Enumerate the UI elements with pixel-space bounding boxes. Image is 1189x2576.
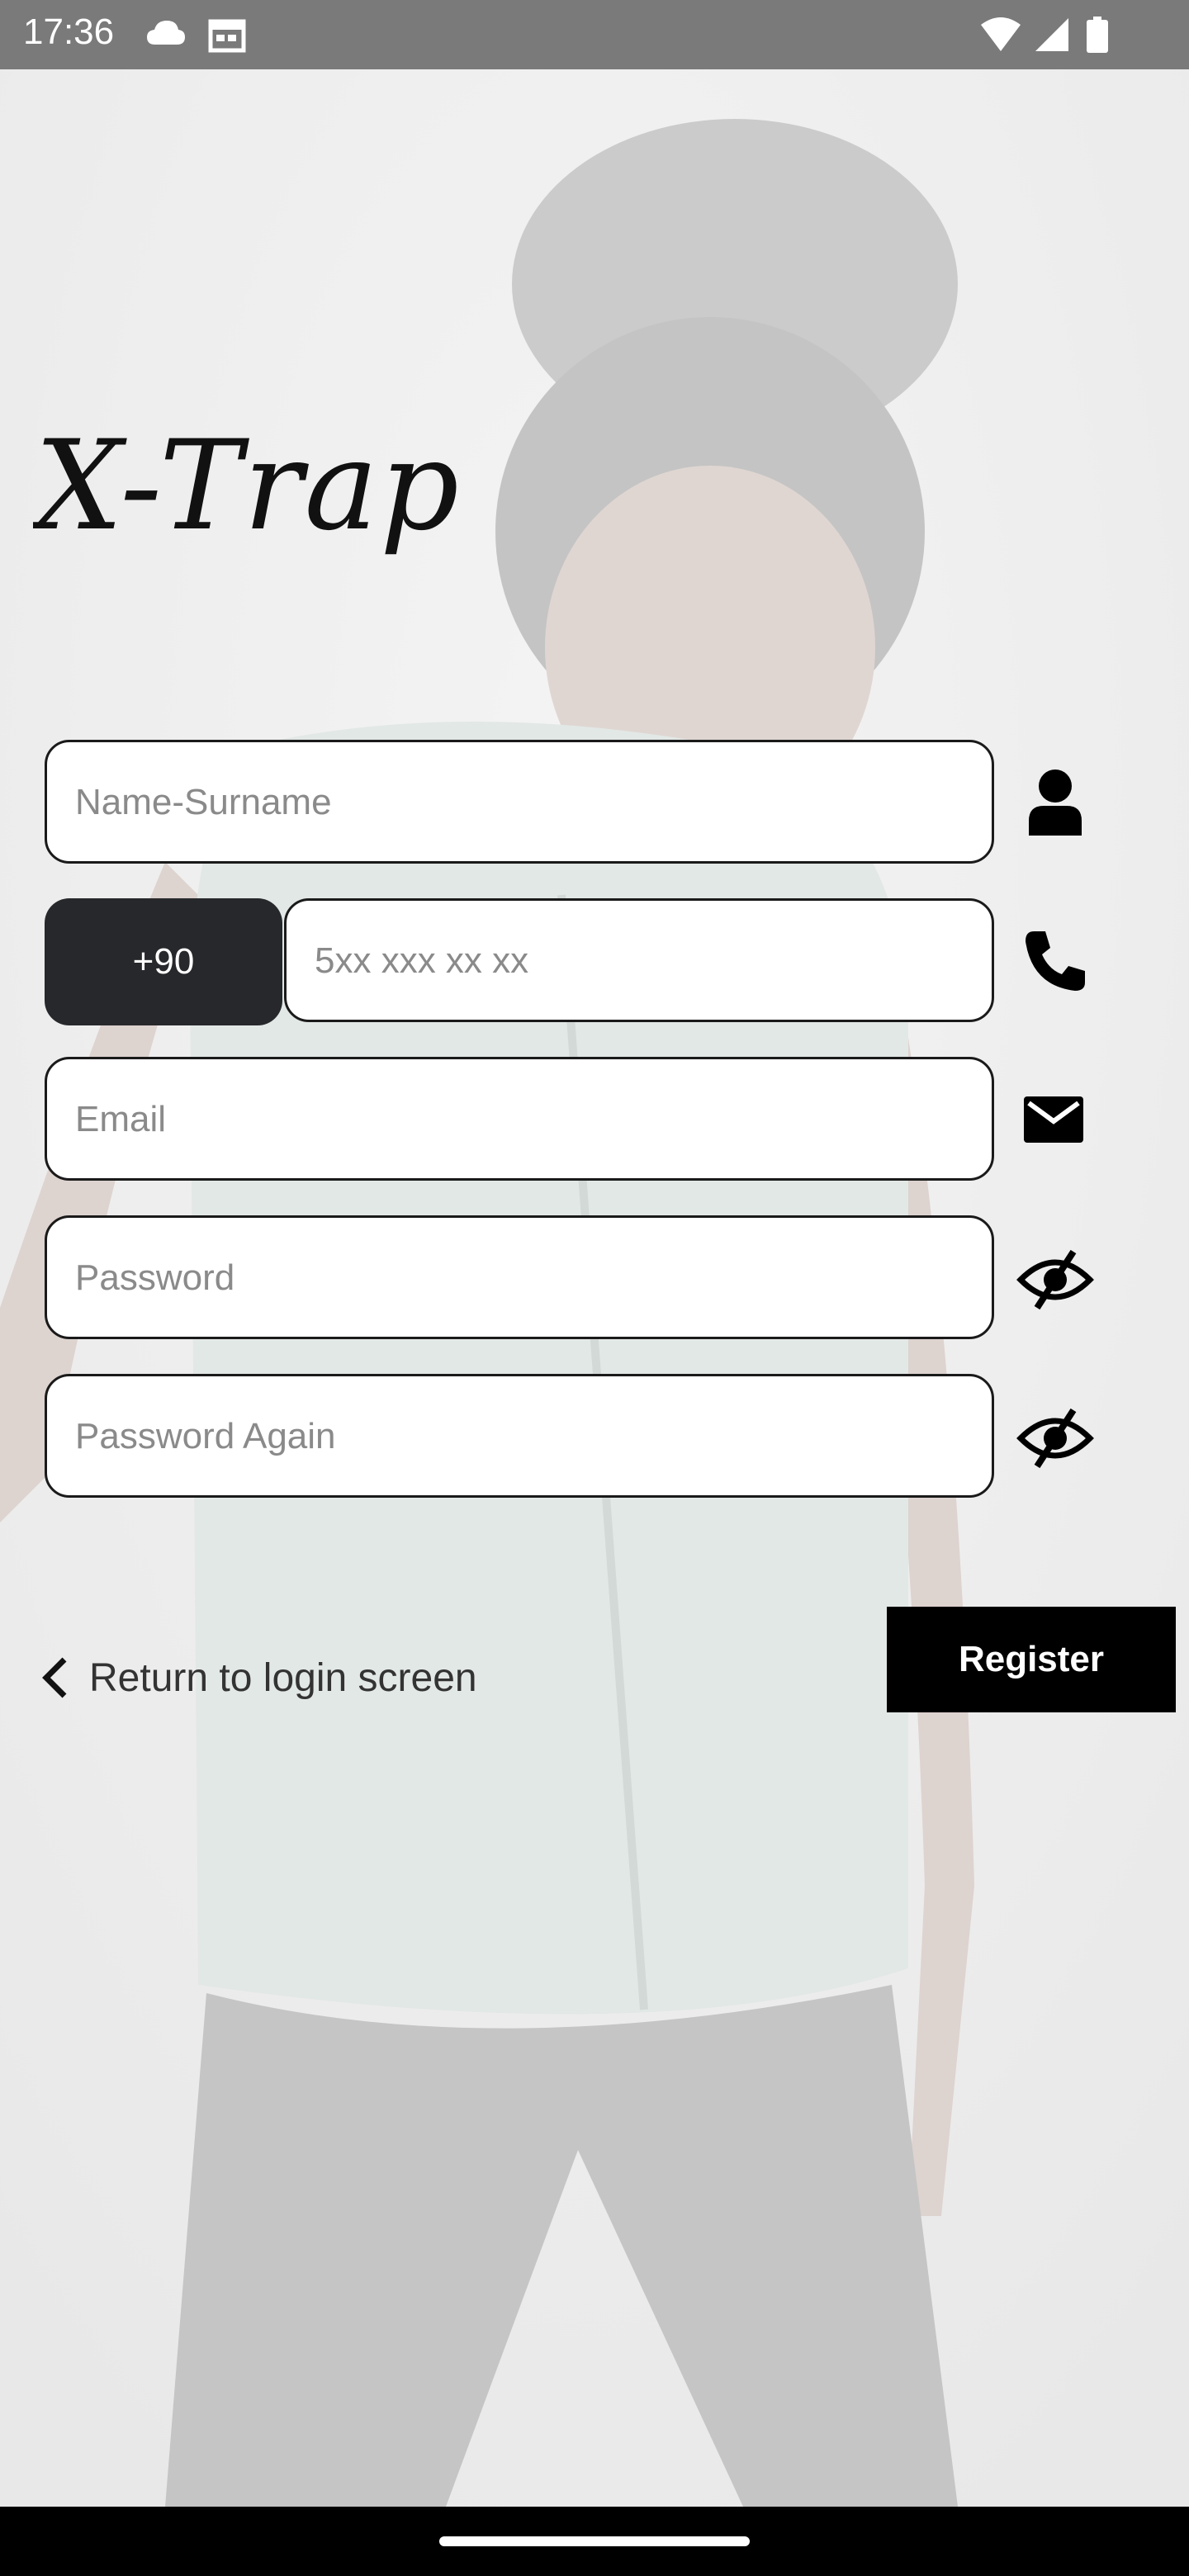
password-again-field[interactable] [45, 1374, 994, 1498]
name-input[interactable] [73, 742, 969, 863]
email-field[interactable] [45, 1057, 994, 1181]
eye-off-icon[interactable] [1016, 1399, 1095, 1478]
person-icon [1029, 769, 1082, 836]
phone-input[interactable] [313, 901, 977, 1021]
password-input[interactable] [73, 1218, 969, 1338]
status-time: 17:36 [23, 12, 115, 52]
phone-icon [1026, 931, 1085, 991]
logo-text: X-Trap [33, 414, 461, 558]
x-trap-logo: X-Trap [33, 414, 461, 558]
navigation-bar [0, 2507, 1189, 2576]
wifi-icon [981, 17, 1021, 51]
home-gesture-handle[interactable] [439, 2536, 750, 2546]
calendar-icon [208, 19, 246, 53]
country-code-selector[interactable]: +90 [45, 898, 282, 1025]
register-button[interactable]: Register [887, 1607, 1176, 1712]
cloud-icon [147, 21, 185, 45]
country-code-label: +90 [132, 941, 195, 982]
signal-icon [1035, 18, 1068, 51]
phone-field[interactable] [284, 898, 994, 1022]
mail-icon [1024, 1096, 1083, 1143]
eye-off-icon[interactable] [1016, 1240, 1095, 1319]
password-field[interactable] [45, 1215, 994, 1339]
chevron-left-icon [42, 1657, 67, 1698]
password-again-input[interactable] [73, 1376, 969, 1497]
email-input[interactable] [73, 1059, 969, 1180]
name-field[interactable] [45, 740, 994, 864]
return-to-login-label: Return to login screen [89, 1655, 477, 1700]
status-bar: 17:36 [0, 0, 1189, 69]
battery-icon [1087, 17, 1108, 53]
return-to-login-link[interactable]: Return to login screen [41, 1648, 477, 1707]
